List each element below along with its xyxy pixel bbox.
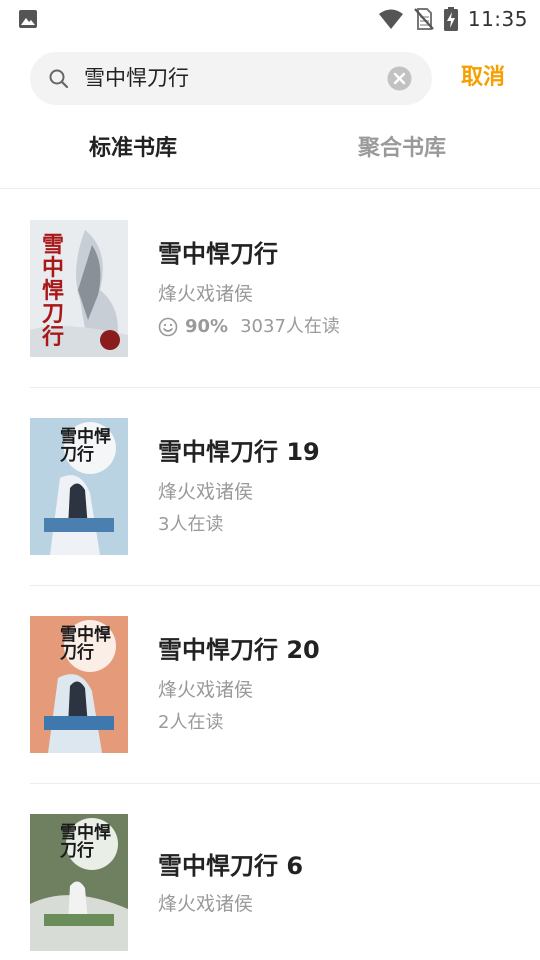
book-author: 烽火戏诸侯 (158, 893, 254, 915)
book-meta: 90% 3037人在读 (158, 314, 340, 340)
book-list-item[interactable]: 雪中悍刀行 雪中悍刀行 6 烽火戏诸侯 (0, 784, 540, 960)
status-bar: 11:35 (0, 0, 540, 38)
book-title: 雪中悍刀行 (158, 240, 278, 268)
book-list-item[interactable]: 雪中悍刀行 雪中悍刀行 20 烽火戏诸侯 2人在读 (0, 586, 540, 784)
clear-icon[interactable] (387, 66, 412, 91)
book-title: 雪中悍刀行 20 (158, 636, 320, 664)
cover-title-text: 雪中悍刀行 (60, 427, 111, 465)
search-results-screen: 11:35 雪中悍刀行 取消 标准书库 聚合书库 雪中悍刀行 雪中悍刀行 烽火戏… (0, 0, 540, 960)
tab-standard-library[interactable]: 标准书库 (89, 133, 177, 165)
book-list-item[interactable]: 雪中悍刀行 雪中悍刀行 烽火戏诸侯 90% 3037人在读 (0, 190, 540, 388)
search-icon (49, 69, 69, 89)
book-cover: 雪中悍刀行 (30, 418, 128, 555)
book-readers: 3037人在读 (240, 316, 340, 337)
book-cover: 雪中悍刀行 (30, 814, 128, 951)
book-title: 雪中悍刀行 19 (158, 438, 320, 466)
book-meta: 3人在读 (158, 512, 223, 538)
smile-icon (158, 317, 178, 337)
cover-title-text: 雪中悍刀行 (60, 625, 111, 663)
book-list-item[interactable]: 雪中悍刀行 雪中悍刀行 19 烽火戏诸侯 3人在读 (0, 388, 540, 586)
tabs-divider (0, 188, 540, 189)
book-cover: 雪中悍刀行 (30, 616, 128, 753)
book-title: 雪中悍刀行 6 (158, 852, 304, 880)
tab-aggregate-library[interactable]: 聚合书库 (358, 133, 446, 165)
battery-charging-icon (443, 7, 458, 31)
cover-title-text: 雪中悍刀行 (42, 232, 65, 350)
book-author: 烽火戏诸侯 (158, 679, 254, 701)
book-author: 烽火戏诸侯 (158, 283, 254, 305)
search-input[interactable]: 雪中悍刀行 (84, 65, 189, 92)
no-sim-icon (414, 8, 434, 30)
book-rating: 90% (185, 316, 229, 337)
book-readers: 2人在读 (158, 712, 224, 733)
wifi-icon (378, 9, 403, 29)
gallery-icon (19, 10, 37, 28)
book-meta: 2人在读 (158, 710, 223, 736)
book-cover: 雪中悍刀行 (30, 220, 128, 357)
status-time: 11:35 (467, 7, 528, 31)
book-readers: 3人在读 (158, 514, 224, 535)
book-author: 烽火戏诸侯 (158, 481, 254, 503)
search-bar[interactable]: 雪中悍刀行 (30, 52, 432, 105)
cover-title-text: 雪中悍刀行 (60, 823, 111, 861)
cancel-button[interactable]: 取消 (461, 63, 505, 93)
